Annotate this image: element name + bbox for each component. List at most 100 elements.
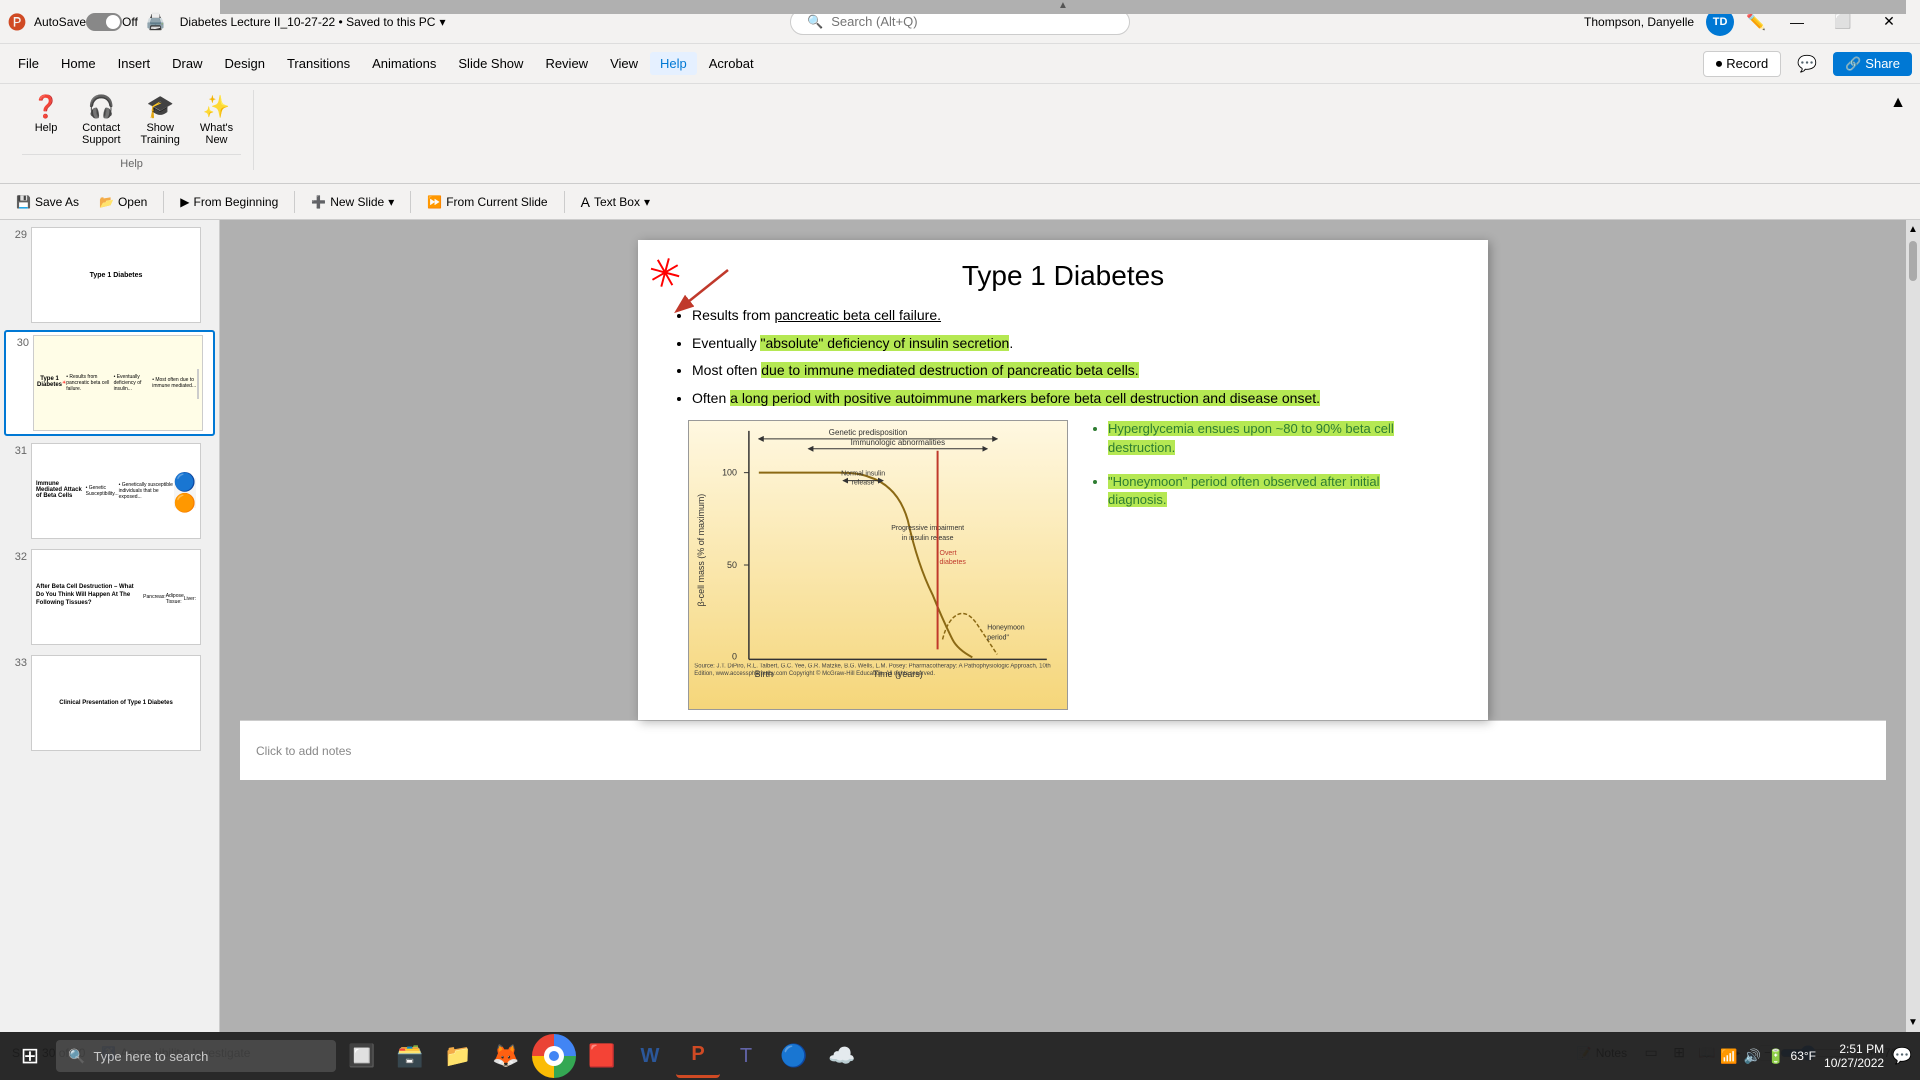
menu-help[interactable]: Help — [650, 52, 697, 75]
record-button[interactable]: ⏺ Record — [1703, 51, 1781, 77]
taskbar-onedrive[interactable]: ☁️ — [820, 1034, 864, 1078]
from-current-button[interactable]: ⏩ From Current Slide — [419, 192, 555, 212]
notes-placeholder: Click to add notes — [256, 744, 351, 758]
ribbon: ❓ Help 🎧 ContactSupport 🎓 ShowTraining ✨… — [0, 84, 1920, 184]
drawn-arrow — [648, 250, 768, 330]
open-icon: 📂 — [99, 195, 114, 209]
pen-icon[interactable]: ✏️ — [1746, 12, 1766, 32]
bullet-2-highlight: "absolute" deficiency of insulin secreti… — [760, 335, 1009, 351]
taskbar-search[interactable]: 🔍 Type here to search — [56, 1040, 336, 1072]
volume-icon[interactable]: 🔊 — [1744, 1048, 1761, 1065]
ribbon-group-help: ❓ Help 🎧 ContactSupport 🎓 ShowTraining ✨… — [10, 90, 254, 170]
svg-text:diabetes: diabetes — [940, 559, 967, 566]
slide-thumb-30[interactable]: 30 Type 1 Diabetes ✳ • Results from panc… — [4, 330, 215, 436]
slide-thumb-32[interactable]: 32 After Beta Cell Destruction – What Do… — [4, 546, 215, 648]
menu-transitions[interactable]: Transitions — [277, 52, 360, 75]
network-icon[interactable]: 📶 — [1720, 1048, 1737, 1065]
search-icon: 🔍 — [807, 14, 823, 30]
taskbar-app1[interactable]: 🟥 — [580, 1034, 624, 1078]
taskbar: ⊞ 🔍 Type here to search 🔲 🗃️ 📁 🦊 🟥 W P T… — [0, 1032, 1920, 1080]
menu-bar: File Home Insert Draw Design Transitions… — [0, 44, 1920, 84]
autosave-label: AutoSave — [34, 15, 86, 29]
notes-area[interactable]: Click to add notes — [240, 720, 1886, 780]
new-slide-chevron[interactable]: ▾ — [388, 195, 394, 209]
slide-preview-33: Clinical Presentation of Type 1 Diabetes — [31, 655, 201, 751]
toolbar-separator-2 — [294, 191, 295, 213]
bullet-1-highlight: pancreatic beta cell failure. — [774, 307, 941, 323]
right-bullet-1: Hyperglycemia ensues upon ~80 to 90% bet… — [1108, 420, 1438, 456]
taskbar-powerpoint[interactable]: P — [676, 1034, 720, 1078]
contact-support-button[interactable]: 🎧 ContactSupport — [74, 90, 129, 150]
slide-num-31: 31 — [7, 445, 27, 457]
start-button[interactable]: ⊞ — [8, 1034, 52, 1078]
clock[interactable]: 2:51 PM 10/27/2022 — [1824, 1042, 1884, 1070]
menu-draw[interactable]: Draw — [162, 52, 212, 75]
battery-icon[interactable]: 🔋 — [1767, 1048, 1784, 1065]
taskbar-app2[interactable]: 🔵 — [772, 1034, 816, 1078]
taskbar-explorer[interactable]: 📁 — [436, 1034, 480, 1078]
bullet-3: Most often due to immune mediated destru… — [692, 361, 1458, 381]
taskbar-chrome[interactable] — [532, 1034, 576, 1078]
bullet-list: Results from pancreatic beta cell failur… — [668, 306, 1458, 408]
slide-num-29: 29 — [7, 229, 27, 241]
share-icon: 🔗 — [1845, 56, 1861, 72]
slide-preview-29: Type 1 Diabetes — [31, 227, 201, 323]
text-box-icon: A — [581, 194, 590, 210]
slide-thumb-29[interactable]: 29 Type 1 Diabetes — [4, 224, 215, 326]
ribbon-collapse-button[interactable]: ▲ — [1886, 90, 1910, 116]
print-icon[interactable]: 🖨️ — [146, 12, 166, 32]
bullet-4-highlight: a long period with positive autoimmune m… — [730, 390, 1320, 406]
whats-new-button[interactable]: ✨ What'sNew — [192, 90, 241, 150]
menu-design[interactable]: Design — [215, 52, 275, 75]
autosave-toggle[interactable] — [86, 13, 122, 31]
menu-slideshow[interactable]: Slide Show — [448, 52, 533, 75]
show-training-button[interactable]: 🎓 ShowTraining — [133, 90, 188, 150]
slide-thumb-33[interactable]: 33 Clinical Presentation of Type 1 Diabe… — [4, 652, 215, 754]
text-box-chevron[interactable]: ▾ — [644, 195, 650, 209]
text-box-button[interactable]: A Text Box ▾ — [573, 191, 658, 213]
menu-insert[interactable]: Insert — [108, 52, 161, 75]
toolbar-separator — [163, 191, 164, 213]
right-bullet-2-text: "Honeymoon" period often observed after … — [1108, 474, 1380, 507]
svg-text:Genetic predisposition: Genetic predisposition — [829, 428, 908, 437]
scroll-down-arrow[interactable]: ▼ — [1906, 1015, 1920, 1030]
search-input[interactable] — [831, 14, 1113, 29]
save-as-button[interactable]: 💾 Save As — [8, 192, 87, 212]
scroll-thumb[interactable] — [1909, 241, 1917, 281]
notification-icon[interactable]: 💬 — [1892, 1046, 1912, 1066]
scroll-up-arrow[interactable]: ▲ — [1906, 222, 1920, 237]
menu-review[interactable]: Review — [535, 52, 598, 75]
slide-editor: ▲ ✳ Type 1 Diabetes Results from pancrea… — [220, 220, 1906, 1032]
slide-canvas[interactable]: ✳ Type 1 Diabetes Results from pancreati… — [638, 240, 1488, 720]
svg-text:Progressive impairment: Progressive impairment — [891, 526, 964, 533]
help-icon: ❓ — [32, 94, 59, 120]
svg-text:100: 100 — [722, 468, 737, 478]
temp-display: 63°F — [1791, 1049, 1816, 1063]
open-button[interactable]: 📂 Open — [91, 192, 155, 212]
svg-text:Normal insulin: Normal insulin — [841, 471, 885, 478]
menu-home[interactable]: Home — [51, 52, 106, 75]
taskbar-word[interactable]: W — [628, 1034, 672, 1078]
right-scrollbar[interactable]: ▲ ▼ — [1906, 220, 1920, 1032]
taskbar-firefox[interactable]: 🦊 — [484, 1034, 528, 1078]
taskbar-widget[interactable]: 🗃️ — [388, 1034, 432, 1078]
new-slide-icon: ➕ — [311, 195, 326, 209]
current-slide-icon: ⏩ — [427, 195, 442, 209]
menu-file[interactable]: File — [8, 52, 49, 75]
filename-chevron[interactable]: ▾ — [439, 15, 445, 29]
menu-view[interactable]: View — [600, 52, 648, 75]
share-button[interactable]: 🔗 Share — [1833, 52, 1912, 76]
slide-num-30: 30 — [9, 337, 29, 349]
help-button[interactable]: ❓ Help — [22, 90, 70, 150]
slide-thumb-31[interactable]: 31 Immune Mediated Attack of Beta Cells … — [4, 440, 215, 542]
menu-acrobat[interactable]: Acrobat — [699, 52, 764, 75]
from-beginning-button[interactable]: ▶ From Beginning — [172, 192, 286, 212]
comment-button[interactable]: 💬 — [1789, 50, 1825, 78]
training-icon: 🎓 — [147, 94, 174, 120]
taskbar-teams[interactable]: T — [724, 1034, 768, 1078]
taskbar-task-view[interactable]: 🔲 — [340, 1034, 384, 1078]
new-slide-button[interactable]: ➕ New Slide ▾ — [303, 192, 402, 212]
toolbar: 💾 Save As 📂 Open ▶ From Beginning ➕ New … — [0, 184, 1920, 220]
menu-animations[interactable]: Animations — [362, 52, 446, 75]
beta-cell-chart: β-cell mass (% of maximum) 100 50 0 Time… — [688, 420, 1068, 710]
